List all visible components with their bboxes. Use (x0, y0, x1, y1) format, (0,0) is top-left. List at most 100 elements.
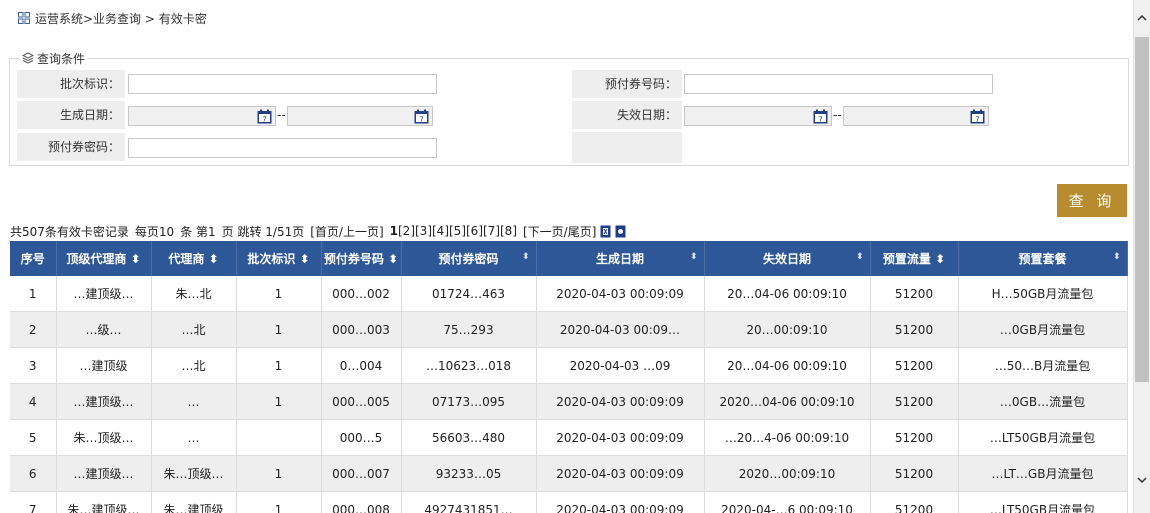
cell-agent: 朱…建顶级 (151, 491, 237, 513)
cell-top-agent: …建顶级 (56, 347, 152, 384)
sort-icon[interactable]: ⬍ (131, 252, 141, 266)
scroll-up-button[interactable] (1134, 9, 1150, 25)
scroll-down-button[interactable] (1134, 472, 1150, 488)
scroll-thumb[interactable] (1135, 37, 1149, 382)
table-row[interactable]: 3 …建顶级 …北 1 0…004 …10623…018 2020-04-03 …09 20…… (10, 347, 1128, 384)
cell-index: 5 (10, 419, 57, 456)
cell-top-agent: …建顶级… (56, 383, 152, 420)
calendar-icon[interactable]: 7 (257, 109, 272, 124)
table-row[interactable]: 1 …建顶级… 朱…北 1 000…002 01724…463 2020-04-03 00:… (10, 276, 1128, 312)
cell-password: 01724…463 (401, 276, 537, 312)
page-link-2[interactable]: [2] (398, 224, 415, 238)
sort-icon[interactable]: ⬍ (388, 252, 398, 266)
cell-traffic: 51200 (870, 419, 959, 456)
cell-index: 3 (10, 347, 57, 384)
page-link-4[interactable]: [4] (432, 224, 449, 238)
page-link-5[interactable]: [5] (449, 224, 466, 238)
first-prev-link[interactable]: [首页/上一页] (310, 223, 383, 240)
cell-expire: 2020-04-…6 00:09:10 (704, 491, 871, 513)
cell-package: …LT…GB月流量包 (958, 455, 1128, 492)
cell-index: 1 (10, 276, 57, 312)
sort-icon[interactable]: ⬍ (856, 252, 864, 262)
sort-icon[interactable]: ⬍ (522, 252, 530, 262)
calendar-icon[interactable]: 7 (970, 109, 985, 124)
column-header-created[interactable]: 生成日期 ⬍ (536, 241, 705, 276)
main-page: 运营系统>业务查询 > 有效卡密 查询条件 批次标识： 预付券号码： 生成日期：… (0, 0, 1134, 513)
search-legend-text: 查询条件 (37, 51, 86, 66)
cell-package: H…50GB月流量包 (958, 276, 1128, 312)
vertical-scrollbar[interactable] (1134, 0, 1150, 513)
column-header-top-agent[interactable]: 顶级代理商 ⬍ (56, 241, 152, 276)
cell-traffic: 51200 (870, 311, 959, 348)
cell-password: 93233…05 (401, 455, 537, 492)
calendar-icon[interactable]: 7 (414, 109, 429, 124)
cell-created: 2020-04-03 00:09:09 (536, 419, 705, 456)
cell-voucher-no: 000…003 (321, 311, 402, 348)
table-row[interactable]: 2 …级… …北 1 000…003 75…293 2020-04-03 00:09… 20…… (10, 311, 1128, 348)
created-date-label: 生成日期： (17, 101, 125, 129)
column-header-agent[interactable]: 代理商 ⬍ (151, 241, 237, 276)
batch-label: 批次标识： (17, 70, 125, 98)
sort-icon[interactable]: ⬍ (1113, 252, 1121, 262)
page-link-3[interactable]: [3] (415, 224, 432, 238)
svg-text:7: 7 (818, 115, 822, 123)
password-input[interactable] (128, 138, 437, 158)
cell-traffic: 51200 (870, 276, 959, 312)
cell-created: 2020-04-03 00:09… (536, 311, 705, 348)
cell-batch: 1 (236, 491, 322, 513)
page-link-7[interactable]: [7] (483, 224, 500, 238)
page-link-6[interactable]: [6] (466, 224, 483, 238)
voucher-no-input[interactable] (684, 74, 993, 94)
sort-icon[interactable]: ⬍ (935, 252, 945, 266)
cell-index: 6 (10, 455, 57, 492)
created-from-field[interactable]: 7 (128, 106, 276, 126)
sort-icon[interactable]: ⬍ (300, 252, 310, 266)
sort-icon[interactable]: ⬍ (209, 252, 219, 266)
table-row[interactable]: 4 …建顶级…… 1 000…005 07173…095 2020-04-03 00:09… (10, 383, 1128, 420)
table-row[interactable]: 5 朱…顶级…… 000…5 56603…480 2020-04-03 00:09:09… (10, 419, 1128, 456)
query-button[interactable]: 查 询 (1057, 184, 1127, 217)
voucher-table: 序号 顶级代理商 ⬍ 代理商 ⬍ 批次标识 ⬍ 预付券号码 ⬍ 预付券密码 ⬍ 生… (10, 241, 1128, 513)
svg-text:7: 7 (975, 115, 979, 123)
cell-batch: 1 (236, 347, 322, 384)
export-file-icon[interactable] (615, 225, 626, 238)
column-header-expire[interactable]: 失效日期 ⬍ (704, 241, 871, 276)
expire-from-field[interactable]: 7 (684, 106, 832, 126)
cell-password: 4927431851… (401, 491, 537, 513)
created-range-sep: -- (277, 108, 286, 122)
cell-password: 07173…095 (401, 383, 537, 420)
next-last-link[interactable]: [下一页/尾页] (523, 223, 596, 240)
cell-top-agent: …建顶级… (56, 276, 152, 312)
table-row[interactable]: 7 朱…建顶级… 朱…建顶级 1 000…008 4927431851… 2020-04-0… (10, 491, 1128, 513)
batch-input[interactable] (128, 74, 437, 94)
column-header-voucher-no[interactable]: 预付券号码 ⬍ (321, 241, 402, 276)
cell-index: 4 (10, 383, 57, 420)
cell-package: …50…B月流量包 (958, 347, 1128, 384)
cell-voucher-no: 000…007 (321, 455, 402, 492)
calendar-icon[interactable]: 7 (813, 109, 828, 124)
chevron-up-icon (1137, 14, 1147, 21)
record-summary: 共507条有效卡密记录 (10, 224, 129, 239)
cell-expire: …20…4-06 00:09:10 (704, 419, 871, 456)
cell-agent: … (151, 419, 237, 456)
export-excel-icon[interactable] (600, 225, 611, 238)
cell-password: …10623…018 (401, 347, 537, 384)
column-header-password[interactable]: 预付券密码 ⬍ (401, 241, 537, 276)
cell-expire: 20…04-06 00:09:10 (704, 347, 871, 384)
breadcrumb: 运营系统>业务查询 > 有效卡密 (18, 10, 207, 26)
expire-to-field[interactable]: 7 (843, 106, 989, 126)
cell-batch: 1 (236, 276, 322, 312)
column-header-traffic[interactable]: 预置流量 ⬍ (870, 241, 959, 276)
column-header-package[interactable]: 预置套餐 ⬍ (958, 241, 1128, 276)
svg-text:7: 7 (262, 115, 266, 123)
cell-created: 2020-04-03 00:09:09 (536, 455, 705, 492)
cell-agent: …北 (151, 311, 237, 348)
column-header-index[interactable]: 序号 (10, 241, 57, 276)
sort-icon[interactable]: ⬍ (690, 252, 698, 262)
cell-created: 2020-04-03 …09 (536, 347, 705, 384)
page-link-8[interactable]: [8] (500, 224, 517, 238)
created-to-field[interactable]: 7 (287, 106, 433, 126)
column-header-batch[interactable]: 批次标识 ⬍ (236, 241, 322, 276)
cell-package: …0GB月流量包 (958, 311, 1128, 348)
table-row[interactable]: 6 …建顶级… 朱…顶级… 1 000…007 93233…05 2020-04-03 00… (10, 455, 1128, 492)
